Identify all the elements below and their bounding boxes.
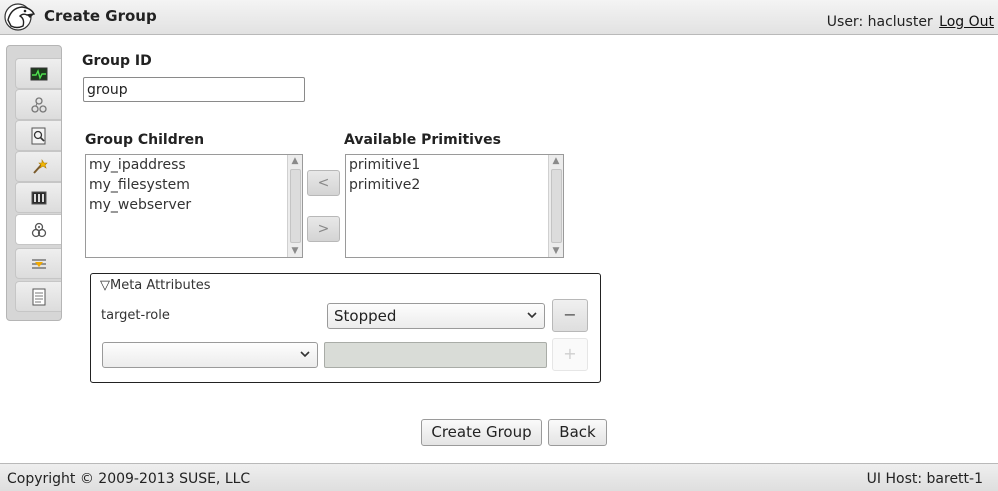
scroll-down-icon[interactable]: ▼	[288, 246, 302, 256]
ui-host-text: UI Host: barett-1	[866, 471, 983, 487]
chevron-down-icon	[527, 312, 537, 319]
header-bar: Create Group User: hacluster Log Out	[0, 0, 998, 35]
config-panel-icon	[31, 191, 46, 204]
sidebar-item-status[interactable]	[15, 58, 61, 89]
scroll-down-icon[interactable]: ▼	[549, 246, 563, 256]
add-attribute-button[interactable]: +	[552, 338, 588, 371]
scroll-thumb[interactable]	[290, 169, 301, 243]
list-item[interactable]: my_filesystem	[86, 175, 302, 195]
logout-link[interactable]: Log Out	[939, 14, 994, 30]
available-primitives-label: Available Primitives	[344, 132, 501, 148]
create-group-button[interactable]: Create Group	[421, 419, 542, 446]
search-history-icon	[31, 127, 45, 144]
available-scrollbar[interactable]: ▲ ▼	[548, 155, 563, 257]
back-button[interactable]: Back	[548, 419, 607, 446]
sidebar-item-resources[interactable]	[15, 214, 61, 245]
status-monitor-icon	[30, 67, 47, 80]
sidebar-item-links[interactable]	[15, 89, 61, 120]
user-area: User: hacluster Log Out	[827, 14, 994, 30]
scroll-up-icon[interactable]: ▲	[549, 156, 563, 166]
target-role-value: Stopped	[334, 307, 397, 325]
sidebar-item-config[interactable]	[15, 182, 61, 213]
list-item[interactable]: my_webserver	[86, 195, 302, 215]
group-children-label: Group Children	[85, 132, 205, 148]
document-icon	[32, 288, 45, 305]
new-attribute-value-field[interactable]	[324, 342, 547, 368]
group-id-label: Group ID	[82, 53, 152, 69]
list-item[interactable]: primitive1	[346, 155, 563, 175]
meta-attributes-fieldset: ▽Meta Attributes target-role Stopped − +	[90, 273, 601, 383]
target-role-select[interactable]: Stopped	[327, 303, 545, 329]
sidebar-item-documents[interactable]	[15, 281, 61, 312]
move-left-button[interactable]: <	[307, 170, 340, 196]
list-item[interactable]: my_ipaddress	[86, 155, 302, 175]
copyright-text: Copyright © 2009-2013 SUSE, LLC	[7, 471, 251, 487]
constraints-icon	[31, 258, 46, 269]
available-primitives-list[interactable]: primitive1 primitive2 ▲ ▼	[345, 154, 564, 258]
page-title: Create Group	[44, 7, 157, 25]
sidebar-nav	[6, 45, 62, 321]
eagle-logo-icon	[4, 3, 36, 31]
resources-icon	[31, 222, 46, 237]
sidebar-item-tools[interactable]	[15, 151, 61, 182]
attr-name-label: target-role	[101, 308, 170, 323]
group-children-list[interactable]: my_ipaddress my_filesystem my_webserver ▲ …	[85, 154, 303, 258]
cluster-links-icon	[30, 96, 47, 113]
user-prefix: User:	[826, 14, 864, 30]
remove-attribute-button[interactable]: −	[552, 299, 588, 332]
sidebar-item-constraints[interactable]	[15, 248, 61, 279]
scroll-thumb[interactable]	[551, 169, 562, 243]
tools-wand-icon	[32, 158, 48, 174]
sidebar-item-history[interactable]	[15, 120, 61, 151]
children-scrollbar[interactable]: ▲ ▼	[287, 155, 302, 257]
move-right-button[interactable]: >	[307, 216, 340, 242]
scroll-up-icon[interactable]: ▲	[288, 156, 302, 166]
new-attribute-select[interactable]	[102, 342, 318, 368]
list-item[interactable]: primitive2	[346, 175, 563, 195]
chevron-down-icon	[300, 351, 310, 358]
meta-attributes-toggle[interactable]: ▽Meta Attributes	[100, 278, 211, 293]
footer-bar: Copyright © 2009-2013 SUSE, LLC UI Host:…	[0, 463, 998, 491]
group-id-input[interactable]	[83, 77, 305, 102]
username: hacluster	[867, 14, 933, 30]
